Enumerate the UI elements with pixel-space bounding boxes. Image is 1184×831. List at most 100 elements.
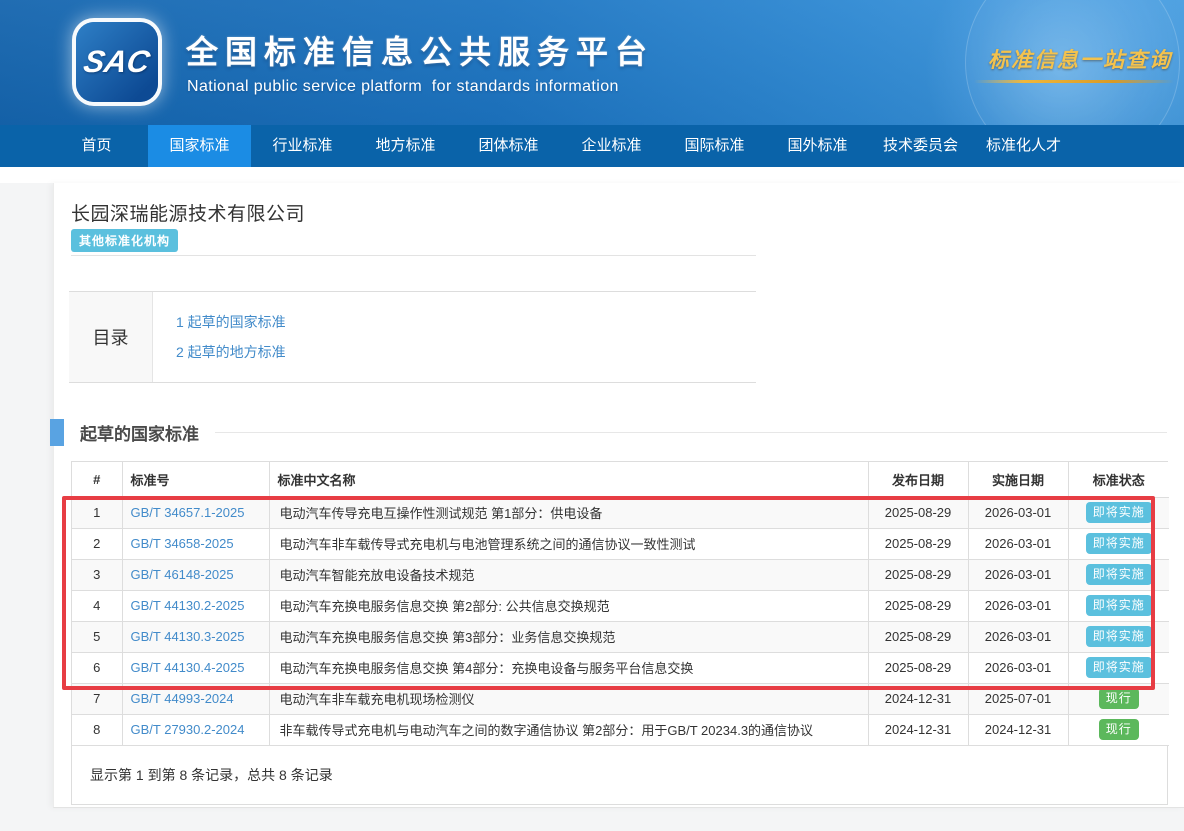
toc-links: 1 起草的国家标准 2 起草的地方标准: [153, 292, 756, 382]
nav-item-5[interactable]: 企业标准: [560, 125, 663, 167]
status-badge: 即将实施: [1086, 564, 1152, 584]
implement-date: 2025-07-01: [968, 683, 1068, 714]
nav-item-8[interactable]: 技术委员会: [869, 125, 972, 167]
status-cell: 即将实施: [1068, 497, 1169, 528]
row-index: 5: [72, 621, 122, 652]
implement-date: 2026-03-01: [968, 621, 1068, 652]
standard-code-cell: GB/T 44130.3-2025: [122, 621, 269, 652]
standard-name: 非车载传导式充电机与电动汽车之间的数字通信协议 第2部分：用于GB/T 2023…: [269, 714, 868, 745]
standard-code-cell: GB/T 34657.1-2025: [122, 497, 269, 528]
toc-box: 目录 1 起草的国家标准 2 起草的地方标准: [69, 291, 756, 383]
standard-code-cell: GB/T 44130.2-2025: [122, 590, 269, 621]
implement-date: 2026-03-01: [968, 497, 1068, 528]
publish-date: 2025-08-29: [868, 652, 968, 683]
table-row: 2 GB/T 34658-2025 电动汽车非车载传导式充电机与电池管理系统之间的通…: [72, 528, 1169, 559]
status-cell: 即将实施: [1068, 621, 1169, 652]
standard-code-link[interactable]: GB/T 44130.3-2025: [131, 629, 245, 644]
publish-date: 2025-08-29: [868, 528, 968, 559]
row-index: 2: [72, 528, 122, 559]
standard-name: 电动汽车非车载传导式充电机与电池管理系统之间的通信协议一致性测试: [269, 528, 868, 559]
table-row: 1 GB/T 34657.1-2025 电动汽车传导充电互操作性测试规范 第1部分：…: [72, 497, 1169, 528]
org-type-badge: 其他标准化机构: [71, 229, 178, 252]
standard-name: 电动汽车传导充电互操作性测试规范 第1部分：供电设备: [269, 497, 868, 528]
row-index: 7: [72, 683, 122, 714]
site-subtitle: National public service platform for sta…: [187, 78, 619, 96]
table-row: 5 GB/T 44130.3-2025 电动汽车充换电服务信息交换 第3部分：业务信…: [72, 621, 1169, 652]
toc-label: 目录: [69, 292, 153, 382]
divider-line: [71, 255, 756, 256]
status-badge: 即将实施: [1086, 533, 1152, 553]
main-nav: 首页国家标准行业标准地方标准团体标准企业标准国际标准国外标准技术委员会标准化人才: [0, 125, 1184, 167]
publish-date: 2024-12-31: [868, 683, 968, 714]
standard-code-link[interactable]: GB/T 34658-2025: [131, 536, 234, 551]
column-header-1: 标准号: [122, 462, 269, 497]
nav-item-9[interactable]: 标准化人才: [972, 125, 1075, 167]
sac-logo-text: SAC: [81, 44, 153, 80]
nav-item-1[interactable]: 国家标准: [148, 125, 251, 167]
publish-date: 2025-08-29: [868, 621, 968, 652]
table-row: 6 GB/T 44130.4-2025 电动汽车充换电服务信息交换 第4部分：充换电…: [72, 652, 1169, 683]
table-row: 7 GB/T 44993-2024 电动汽车非车载充电机现场检测仪2024-12-3…: [72, 683, 1169, 714]
status-badge: 即将实施: [1086, 626, 1152, 646]
site-header: SAC 全国标准信息公共服务平台 National public service…: [0, 0, 1184, 125]
nav-item-7[interactable]: 国外标准: [766, 125, 869, 167]
sac-logo-icon[interactable]: SAC: [76, 22, 158, 102]
standard-name: 电动汽车非车载充电机现场检测仪: [269, 683, 868, 714]
column-header-2: 标准中文名称: [269, 462, 868, 497]
standard-name: 电动汽车充换电服务信息交换 第2部分: 公共信息交换规范: [269, 590, 868, 621]
status-badge: 即将实施: [1086, 657, 1152, 677]
implement-date: 2026-03-01: [968, 559, 1068, 590]
section-title: 起草的国家标准: [80, 420, 199, 445]
column-header-0: #: [72, 462, 122, 497]
column-header-5: 标准状态: [1068, 462, 1169, 497]
company-name: 长园深瑞能源技术有限公司: [71, 199, 305, 226]
nav-item-2[interactable]: 行业标准: [251, 125, 354, 167]
standard-code-cell: GB/T 46148-2025: [122, 559, 269, 590]
table-row: 8 GB/T 27930.2-2024 非车载传导式充电机与电动汽车之间的数字通信协…: [72, 714, 1169, 745]
standard-code-cell: GB/T 27930.2-2024: [122, 714, 269, 745]
standard-code-link[interactable]: GB/T 44130.2-2025: [131, 598, 245, 613]
standard-code-link[interactable]: GB/T 34657.1-2025: [131, 505, 245, 520]
site-title: 全国标准信息公共服务平台: [186, 27, 654, 73]
row-index: 3: [72, 559, 122, 590]
nav-item-0[interactable]: 首页: [45, 125, 148, 167]
status-cell: 现行: [1068, 683, 1169, 714]
column-header-4: 实施日期: [968, 462, 1068, 497]
nav-item-4[interactable]: 团体标准: [457, 125, 560, 167]
content-top-gap: [0, 167, 1184, 183]
standard-name: 电动汽车充换电服务信息交换 第4部分：充换电设备与服务平台信息交换: [269, 652, 868, 683]
standard-code-link[interactable]: GB/T 44130.4-2025: [131, 660, 245, 675]
publish-date: 2024-12-31: [868, 714, 968, 745]
status-cell: 即将实施: [1068, 590, 1169, 621]
standard-code-link[interactable]: GB/T 27930.2-2024: [131, 722, 245, 737]
section-header-line: [215, 432, 1167, 433]
status-badge: 现行: [1099, 688, 1139, 708]
status-badge: 即将实施: [1086, 502, 1152, 522]
status-badge: 即将实施: [1086, 595, 1152, 615]
standard-code-link[interactable]: GB/T 44993-2024: [131, 691, 234, 706]
standard-name: 电动汽车充换电服务信息交换 第3部分：业务信息交换规范: [269, 621, 868, 652]
standards-table: #标准号标准中文名称发布日期实施日期标准状态 1 GB/T 34657.1-202…: [72, 462, 1169, 746]
status-cell: 即将实施: [1068, 559, 1169, 590]
status-cell: 现行: [1068, 714, 1169, 745]
header-slogan: 标准信息一站查询: [988, 44, 1172, 74]
table-header-row: #标准号标准中文名称发布日期实施日期标准状态: [72, 462, 1169, 497]
row-index: 1: [72, 497, 122, 528]
implement-date: 2026-03-01: [968, 590, 1068, 621]
standards-table-container: #标准号标准中文名称发布日期实施日期标准状态 1 GB/T 34657.1-202…: [71, 461, 1168, 805]
implement-date: 2026-03-01: [968, 528, 1068, 559]
status-cell: 即将实施: [1068, 652, 1169, 683]
publish-date: 2025-08-29: [868, 497, 968, 528]
nav-item-3[interactable]: 地方标准: [354, 125, 457, 167]
table-row: 3GB/T 46148-2025电动汽车智能充放电设备技术规范2025-08-2…: [72, 559, 1169, 590]
standard-code-link[interactable]: GB/T 46148-2025: [131, 567, 234, 582]
toc-link-0[interactable]: 1 起草的国家标准: [176, 312, 286, 332]
standard-code-cell: GB/T 44993-2024: [122, 683, 269, 714]
nav-item-6[interactable]: 国际标准: [663, 125, 766, 167]
standard-code-cell: GB/T 44130.4-2025: [122, 652, 269, 683]
row-index: 8: [72, 714, 122, 745]
row-index: 6: [72, 652, 122, 683]
implement-date: 2024-12-31: [968, 714, 1068, 745]
toc-link-1[interactable]: 2 起草的地方标准: [176, 342, 286, 362]
row-index: 4: [72, 590, 122, 621]
